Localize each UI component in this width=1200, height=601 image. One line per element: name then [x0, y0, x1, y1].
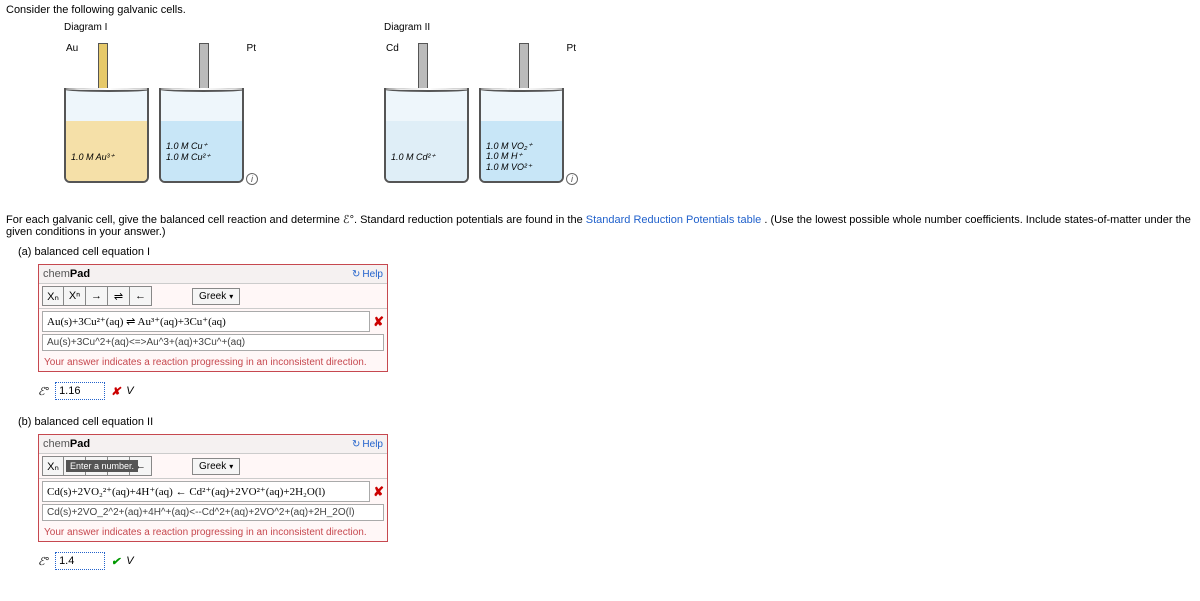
emf-unit: V	[126, 555, 133, 567]
instruction-text: For each galvanic cell, give the balance…	[6, 213, 1194, 238]
arrow-button[interactable]: →	[86, 286, 108, 306]
part-a-label: (a) balanced cell equation I	[18, 246, 1194, 258]
emf-a-row: ℰ° ✘ V	[38, 382, 1194, 400]
electrode-label-au: Au	[66, 43, 78, 54]
greek-dropdown[interactable]: Greek	[192, 288, 240, 305]
beaker-2-right: 1.0 M VO₂⁺ 1.0 M H⁺ 1.0 M VO²⁺	[479, 88, 564, 183]
electrode-label-cd: Cd	[386, 43, 399, 54]
beaker-2-left: 1.0 M Cd²⁺	[384, 88, 469, 183]
conc-vo-1: 1.0 M VO₂⁺	[486, 141, 532, 151]
question-prompt: Consider the following galvanic cells.	[6, 4, 1194, 16]
back-arrow-button[interactable]: ←	[130, 286, 152, 306]
diagram-row: Diagram I Au 1.0 M Au³⁺ Pt 1.0 M Cu⁺ 1.0…	[64, 22, 1194, 183]
equilibrium-button[interactable]: ⇌	[108, 286, 130, 306]
help-link[interactable]: Help	[352, 439, 383, 450]
conc-cu-1: 1.0 M Cu⁺	[166, 141, 207, 151]
subscript-button[interactable]: Xₙ	[42, 286, 64, 306]
feedback-b: Your answer indicates a reaction progres…	[39, 524, 387, 541]
conc-cu-2: 1.0 M Cu²⁺	[166, 152, 210, 162]
reduction-table-link[interactable]: Standard Reduction Potentials table	[586, 214, 762, 226]
beaker-1-left: 1.0 M Au³⁺	[64, 88, 149, 183]
greek-dropdown[interactable]: Greek	[192, 458, 240, 475]
conc-vo-2: 1.0 M H⁺	[486, 151, 522, 161]
chempad-title: chemPad	[43, 438, 90, 450]
feedback-a: Your answer indicates a reaction progres…	[39, 354, 387, 371]
diagram-1-label: Diagram I	[64, 22, 264, 33]
electrode-label-pt-1: Pt	[247, 43, 256, 54]
correct-icon: ✔	[111, 555, 120, 568]
emf-b-row: ℰ° ✔ V	[38, 552, 1194, 570]
conc-vo: 1.0 M VO₂⁺ 1.0 M H⁺ 1.0 M VO²⁺	[486, 141, 532, 173]
rendered-equation-b[interactable]: Cd(s)+2VO₂²⁺(aq)+4H⁺(aq) ← Cd²⁺(aq)+2VO²…	[42, 481, 370, 502]
conc-au: 1.0 M Au³⁺	[71, 152, 114, 163]
chempad-title: chemPad	[43, 268, 90, 280]
chempad-a: chemPad Help Xₙ Xⁿ → ⇌ ← Greek Au(s)+3Cu…	[38, 264, 388, 372]
rendered-equation-a[interactable]: Au(s)+3Cu²⁺(aq) ⇌ Au³⁺(aq)+3Cu⁺(aq)	[42, 311, 370, 332]
part-b-label: (b) balanced cell equation II	[18, 416, 1194, 428]
emf-a-input[interactable]	[55, 382, 105, 400]
emf-symbol: ℰ°	[38, 555, 49, 568]
instruction-pre: For each galvanic cell, give the balance…	[6, 214, 586, 226]
chempad-toolbar: Xₙ Xⁿ → ⇌ ← Greek	[39, 284, 387, 309]
emf-symbol: ℰ°	[38, 385, 49, 398]
help-link[interactable]: Help	[352, 269, 383, 280]
diagram-1: Diagram I Au 1.0 M Au³⁺ Pt 1.0 M Cu⁺ 1.0…	[64, 22, 264, 183]
superscript-button[interactable]: Enter a number.	[64, 456, 86, 476]
conc-cu: 1.0 M Cu⁺ 1.0 M Cu²⁺	[166, 141, 210, 163]
beaker-1-right: 1.0 M Cu⁺ 1.0 M Cu²⁺	[159, 88, 244, 183]
emf-b-input[interactable]	[55, 552, 105, 570]
electrode-label-pt-2: Pt	[567, 43, 576, 54]
diagram-2: Diagram II Cd 1.0 M Cd²⁺ Pt 1.0 M VO₂⁺ 1…	[384, 22, 584, 183]
incorrect-icon: ✘	[373, 314, 384, 330]
conc-vo-3: 1.0 M VO²⁺	[486, 162, 532, 172]
incorrect-icon: ✘	[111, 385, 120, 398]
incorrect-icon: ✘	[373, 484, 384, 500]
raw-input-b[interactable]: Cd(s)+2VO_2^2+(aq)+4H^+(aq)<--Cd^2+(aq)+…	[42, 504, 384, 521]
raw-input-a[interactable]: Au(s)+3Cu^2+(aq)<=>Au^3+(aq)+3Cu^+(aq)	[42, 334, 384, 351]
emf-unit: V	[126, 385, 133, 397]
superscript-button[interactable]: Xⁿ	[64, 286, 86, 306]
info-icon[interactable]: i	[246, 173, 258, 185]
chempad-b: chemPad Help Xₙ Enter a number. → ⇌ ← Gr…	[38, 434, 388, 542]
info-icon[interactable]: i	[566, 173, 578, 185]
diagram-2-label: Diagram II	[384, 22, 584, 33]
conc-cd: 1.0 M Cd²⁺	[391, 152, 435, 163]
superscript-tooltip: Enter a number.	[66, 460, 138, 472]
chempad-toolbar: Xₙ Enter a number. → ⇌ ← Greek	[39, 454, 387, 479]
subscript-button[interactable]: Xₙ	[42, 456, 64, 476]
